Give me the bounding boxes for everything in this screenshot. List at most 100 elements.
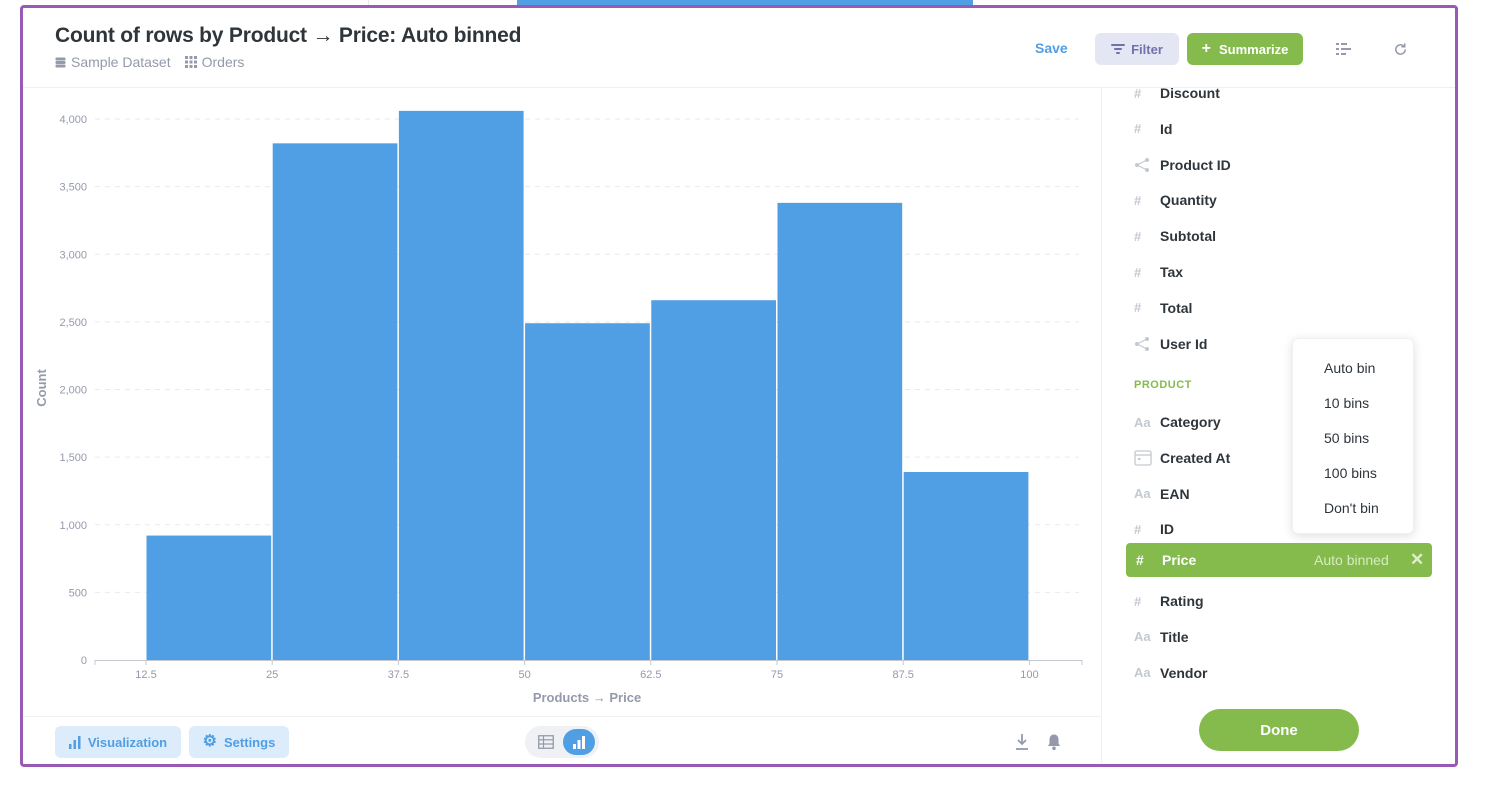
field-label: Rating [1160,593,1204,609]
number-icon: # [1134,264,1142,280]
breadcrumb-database-label: Sample Dataset [71,54,171,70]
y-tick-label: 4,000 [59,114,87,126]
y-tick-label: 0 [81,655,87,667]
field-item-rating[interactable]: # Rating [1134,589,1204,613]
field-item-discount[interactable]: # Discount [1134,88,1220,105]
field-item-price-selected[interactable]: # Price Auto binned ✕ [1126,543,1432,577]
chart-view-toggle[interactable] [563,729,595,755]
number-icon: # [1134,88,1142,101]
field-label: Id [1160,120,1173,137]
x-tick-label: 75 [771,669,783,681]
bar-chart-icon [573,736,585,749]
question-window: Count of rows by Product → Price: Auto b… [20,5,1458,767]
field-label: Created At [1160,449,1231,466]
x-tick-label: 50 [518,669,530,681]
field-item-total[interactable]: # Total [1134,296,1192,320]
y-tick-label: 2,500 [59,317,87,329]
histogram-bar [272,143,398,661]
number-icon: # [1136,552,1144,568]
question-footer: Visualization ⚙ Settings [23,716,1101,764]
binning-selector[interactable]: Auto binned [1314,552,1389,568]
breadcrumb-database[interactable]: Sample Dataset [55,54,171,70]
filter-button[interactable]: Filter [1095,33,1179,65]
gear-icon: ⚙ [202,733,218,750]
histogram-bar [651,300,776,660]
field-label: Discount [1160,88,1220,101]
filter-label: Filter [1131,41,1163,57]
field-label-price: Price [1162,552,1197,568]
field-label: Tax [1160,264,1184,280]
field-label: EAN [1160,485,1190,502]
field-label: Total [1160,299,1193,316]
histogram-bar [903,472,1029,660]
x-tick-label: 100 [1020,669,1038,681]
done-button[interactable]: Done [1199,709,1359,751]
plus-icon: + [1201,40,1211,57]
y-tick-label: 3,000 [59,249,87,261]
field-label: Title [1160,628,1189,645]
x-tick-label: 37.5 [388,669,409,681]
foreign-key-icon [1134,336,1160,352]
field-item-ean[interactable]: Aa EAN [1134,482,1190,506]
table-view-toggle[interactable] [533,730,559,754]
field-item-created-at[interactable]: Created At [1134,446,1230,470]
text-icon: Aa [1134,629,1151,645]
bin-option-10[interactable]: 10 bins [1324,395,1369,411]
number-icon: # [1134,593,1142,609]
question-header: Count of rows by Product → Price: Auto b… [23,8,1455,88]
field-item-product-id[interactable]: Product ID [1134,153,1231,177]
visualization-label: Visualization [87,734,168,750]
field-label: Product ID [1160,156,1231,173]
bin-option-100[interactable]: 100 bins [1324,465,1377,481]
number-icon: # [1134,121,1142,137]
x-axis-label: Products → Price [533,690,641,705]
view-toggle [525,726,599,758]
table-grid-icon [184,56,197,68]
save-button[interactable]: Save [1035,40,1068,56]
summarize-label: Summarize [1218,41,1289,57]
field-item-subtotal[interactable]: # Subtotal [1134,224,1216,248]
field-label: ID [1160,521,1174,538]
notebook-editor-icon[interactable] [1335,40,1353,58]
histogram-bar [525,323,650,660]
field-item-user-id[interactable]: User Id [1134,332,1207,356]
section-label-product: PRODUCT [1134,379,1192,391]
x-tick-label: 12.5 [135,669,156,681]
breadcrumb-table-label: Orders [201,54,245,70]
field-item-quantity[interactable]: # Quantity [1134,188,1217,212]
table-icon [538,735,554,749]
y-tick-label: 1,500 [59,452,87,464]
database-icon [55,57,66,67]
bar-chart-icon [68,736,81,749]
download-icon[interactable] [1013,732,1031,752]
bin-option-auto[interactable]: Auto bin [1324,360,1375,376]
histogram-chart: 0 500 1,000 1,500 2,000 2,500 3,000 3,500 4,000 1… [34,110,1083,705]
histogram-bar [398,110,524,660]
field-item-title[interactable]: Aa Title [1134,625,1189,649]
field-item-vendor[interactable]: Aa Vendor [1134,661,1207,685]
field-label: Quantity [1160,192,1217,209]
number-icon: # [1134,300,1142,316]
binning-popover: Auto bin 10 bins 50 bins 100 bins Don't … [1292,338,1414,534]
text-icon: Aa [1134,665,1151,681]
summarize-button[interactable]: + Summarize [1187,33,1303,65]
y-tick-label: 1,000 [59,520,87,532]
settings-label: Settings [224,734,276,750]
text-icon: Aa [1134,414,1151,430]
y-axis-label: Count [34,369,49,407]
y-tick-label: 500 [69,587,87,599]
bell-icon[interactable] [1045,732,1063,752]
field-label: User Id [1160,335,1208,352]
field-item-id[interactable]: # ID [1134,517,1174,541]
field-item-tax[interactable]: # Tax [1134,260,1183,284]
field-item-category[interactable]: Aa Category [1134,410,1221,434]
bin-option-50[interactable]: 50 bins [1324,430,1369,446]
visualization-button[interactable]: Visualization [55,726,181,758]
y-tick-label: 2,000 [59,385,87,397]
bin-option-none[interactable]: Don't bin [1324,500,1379,516]
breadcrumb-table[interactable]: Orders [184,54,245,70]
settings-button[interactable]: ⚙ Settings [189,726,289,758]
field-item-id[interactable]: # Id [1134,117,1172,141]
refresh-icon[interactable] [1391,40,1409,58]
remove-icon[interactable]: ✕ [1410,550,1424,570]
